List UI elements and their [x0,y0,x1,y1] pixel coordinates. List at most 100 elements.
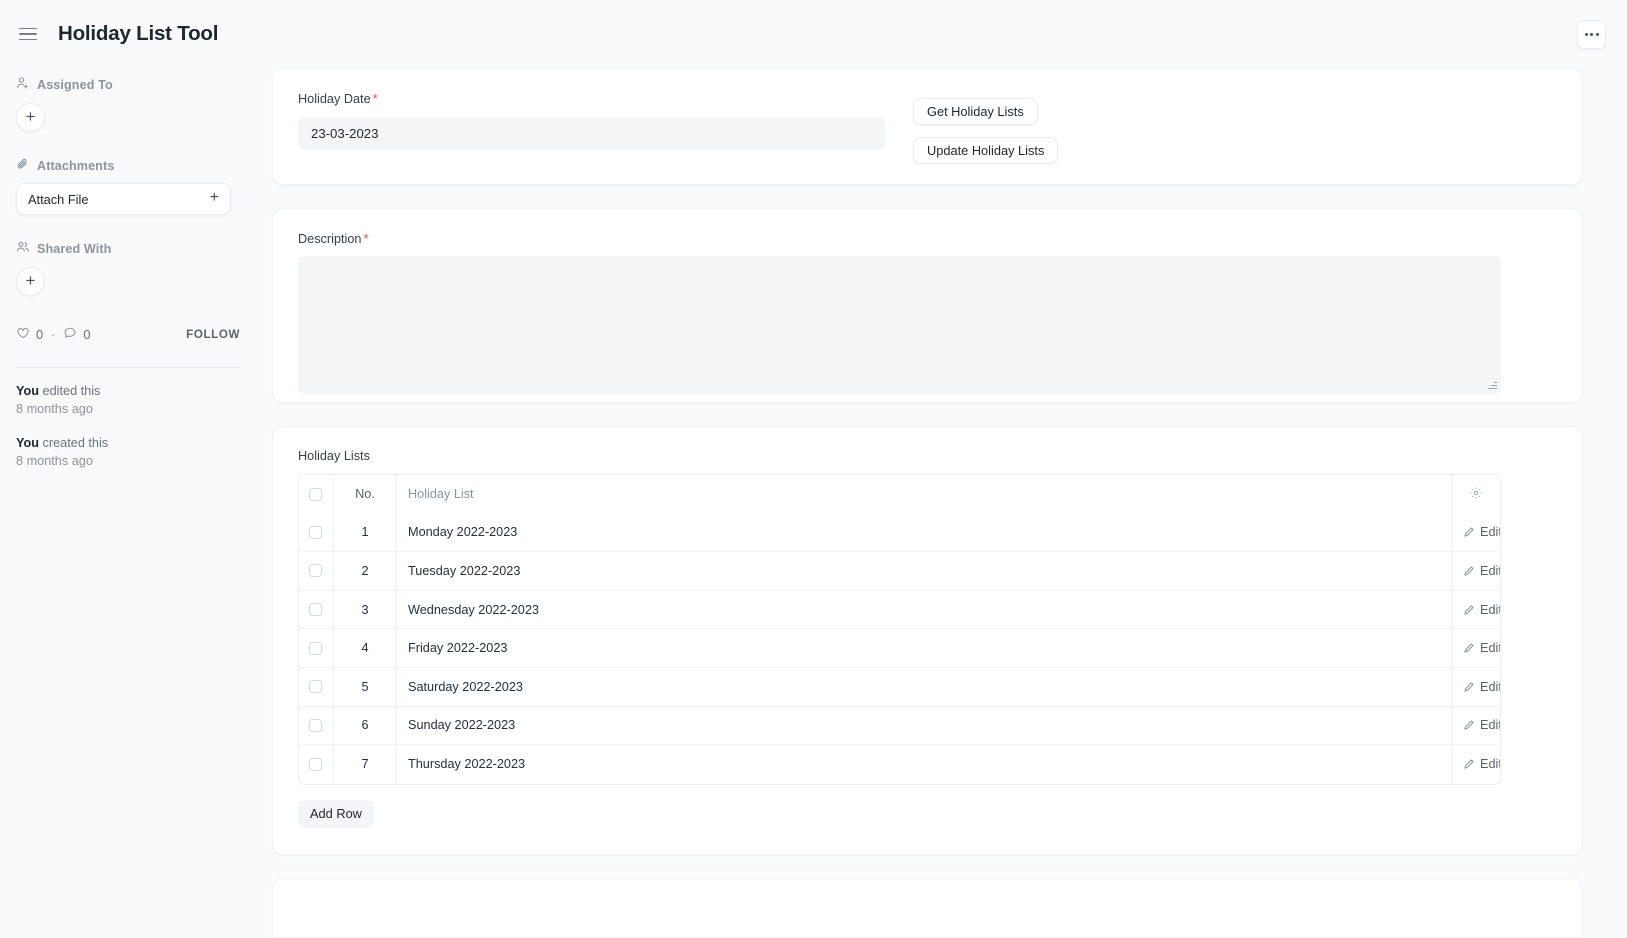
pencil-icon [1463,525,1480,539]
row-edit-label: Edit [1480,525,1501,540]
table-body: 1 Monday 2022-2023 Edit 2 Tuesday 2022-2023 E… [299,513,1500,784]
sidebar: Assigned To + Attachments Attach File + [0,68,256,884]
row-select-cell [299,513,334,553]
assigned-to-label: Assigned To [37,77,113,92]
select-all-checkbox[interactable] [309,487,322,501]
row-holiday-list-name[interactable]: Tuesday 2022-2023 [397,552,1452,591]
holiday-lists-card: Holiday Lists No. Holiday List 1 Monday … [272,426,1583,855]
holiday-date-input[interactable]: 23-03-2023 [298,117,885,150]
activity-time: 8 months ago [16,402,93,416]
description-label: Description * [298,231,1557,246]
row-checkbox[interactable] [309,525,322,539]
page-title: Holiday List Tool [58,22,219,45]
row-edit-label: Edit [1480,641,1501,656]
row-number: 4 [334,629,397,668]
attach-file-button[interactable]: Attach File + [16,183,231,215]
like-group[interactable]: 0 [16,326,43,343]
row-holiday-list-name[interactable]: Thursday 2022-2023 [397,745,1452,784]
shared-with-header: Shared With [16,240,240,257]
attachments-header: Attachments [16,157,240,174]
row-edit-button[interactable]: Edit [1452,707,1500,746]
social-separator: · [51,327,56,342]
row-checkbox[interactable] [309,564,322,578]
activity-actor: You [16,384,40,398]
add-shared-user-button[interactable]: + [16,267,45,296]
table-row[interactable]: 2 Tuesday 2022-2023 Edit [299,552,1500,591]
row-checkbox[interactable] [309,603,322,617]
plus-icon: + [209,189,219,206]
hamburger-icon[interactable] [19,23,41,45]
column-header-no: No. [334,475,397,514]
resize-handle-icon[interactable] [1488,381,1497,390]
pencil-icon [1463,718,1480,732]
row-checkbox[interactable] [309,680,322,694]
row-edit-button[interactable]: Edit [1452,629,1500,668]
activity-entry: You edited this 8 months ago [16,382,240,418]
row-holiday-list-name[interactable]: Friday 2022-2023 [397,629,1452,668]
user-plus-icon [16,76,30,93]
table-row[interactable]: 5 Saturday 2022-2023 Edit [299,667,1500,707]
like-count: 0 [36,327,44,342]
row-edit-button[interactable]: Edit [1452,745,1500,784]
column-settings-cell[interactable] [1452,475,1500,514]
table-row[interactable]: 6 Sunday 2022-2023 Edit [299,706,1500,746]
row-number: 3 [334,590,397,630]
holiday-date-field-group: Holiday Date * 23-03-2023 [298,91,885,164]
row-number: 7 [334,745,397,784]
more-options-button[interactable] [1577,20,1606,49]
pencil-icon [1463,603,1480,617]
row-select-cell [299,667,334,707]
attachments-section: Attachments Attach File + [16,132,240,215]
row-select-cell [299,590,334,630]
assigned-to-section: Assigned To + [16,68,240,132]
row-edit-button[interactable]: Edit [1452,591,1500,630]
follow-button[interactable]: FOLLOW [186,328,240,341]
row-checkbox[interactable] [309,718,322,732]
row-edit-button[interactable]: Edit [1452,514,1500,553]
shared-with-section: Shared With + [16,215,240,296]
row-number: 2 [334,552,397,591]
holiday-date-label-text: Holiday Date [298,92,371,106]
row-holiday-list-name[interactable]: Wednesday 2022-2023 [397,590,1452,630]
pencil-icon [1463,641,1480,655]
row-edit-button[interactable]: Edit [1452,668,1500,707]
row-holiday-list-name[interactable]: Monday 2022-2023 [397,513,1452,553]
sidebar-divider [16,367,240,368]
activity-entry: You created this 8 months ago [16,434,240,470]
gear-icon[interactable] [1469,487,1483,503]
description-textarea[interactable] [298,256,1501,394]
row-number: 5 [334,667,397,707]
ellipsis-icon [1595,33,1599,36]
row-edit-label: Edit [1480,757,1501,772]
update-holiday-lists-button[interactable]: Update Holiday Lists [913,137,1059,164]
pencil-icon [1463,564,1480,578]
select-all-cell [299,475,334,514]
row-holiday-list-name[interactable]: Sunday 2022-2023 [397,706,1452,746]
main-content: Holiday Date * 23-03-2023 Get Holiday Lis… [272,68,1583,938]
description-card: Description * [272,208,1583,403]
row-select-cell [299,629,334,668]
attachments-label: Attachments [37,158,115,173]
next-section-card [272,877,1583,938]
ellipsis-icon [1584,33,1588,36]
action-buttons-group: Get Holiday Lists Update Holiday Lists [913,91,1059,164]
get-holiday-lists-button[interactable]: Get Holiday Lists [913,98,1038,125]
activity-log: You edited this 8 months ago You created… [16,382,240,486]
row-select-cell [299,745,334,784]
assigned-to-header: Assigned To [16,76,240,93]
row-checkbox[interactable] [309,641,322,655]
activity-time: 8 months ago [16,454,93,468]
row-edit-button[interactable]: Edit [1452,552,1500,591]
table-row[interactable]: 3 Wednesday 2022-2023 Edit [299,590,1500,630]
table-row[interactable]: 4 Friday 2022-2023 Edit [299,629,1500,668]
comment-group[interactable]: 0 [63,326,91,343]
add-row-button[interactable]: Add Row [298,799,374,828]
table-row[interactable]: 1 Monday 2022-2023 Edit [299,513,1500,553]
comment-icon [63,326,77,343]
row-holiday-list-name[interactable]: Saturday 2022-2023 [397,667,1452,707]
table-row[interactable]: 7 Thursday 2022-2023 Edit [299,745,1500,784]
row-checkbox[interactable] [309,757,322,771]
add-assignee-button[interactable]: + [16,103,45,132]
paperclip-icon [16,157,30,174]
description-label-text: Description [298,232,362,246]
